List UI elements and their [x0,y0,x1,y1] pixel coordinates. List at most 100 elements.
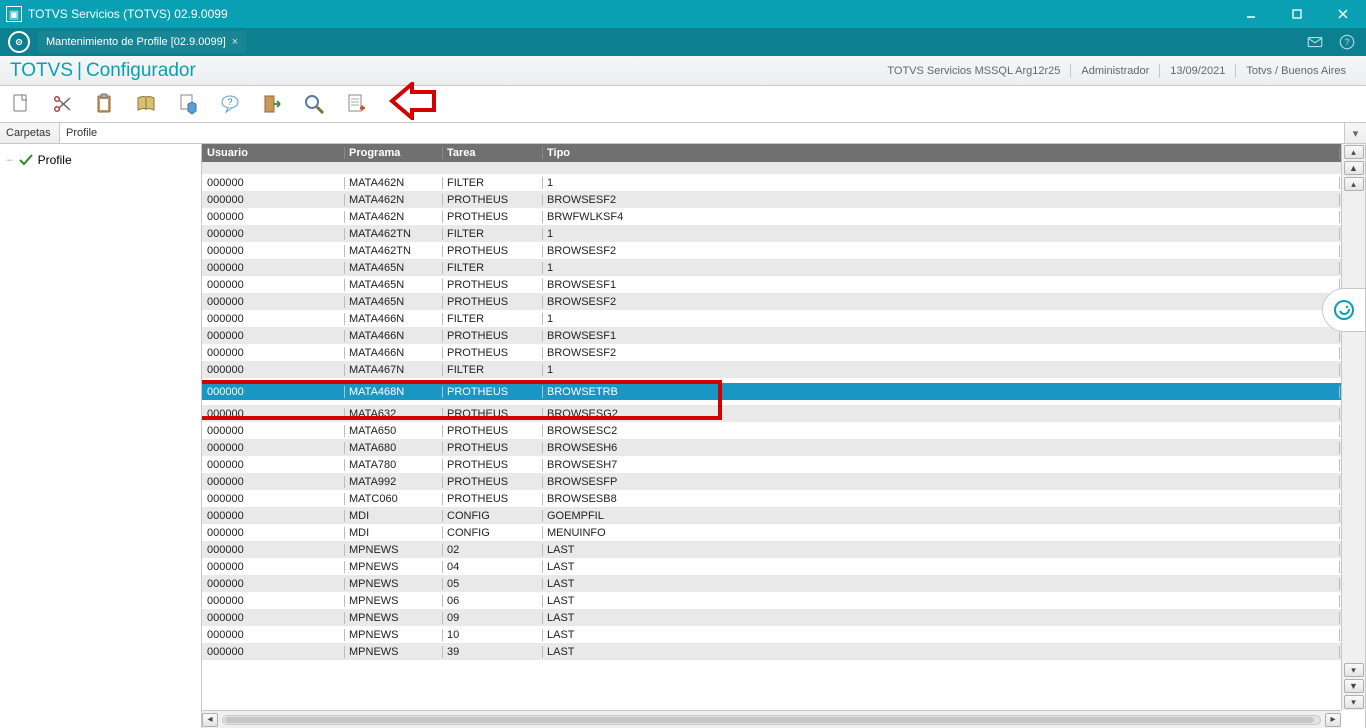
window-minimize[interactable] [1228,0,1274,28]
tab-bar: Mantenimiento de Profile [02.9.0099] × ? [0,28,1366,56]
table-row[interactable]: 000000MATA466NFILTER1 [202,310,1341,327]
table-row[interactable]: 000000MATA465NPROTHEUSBROWSESF2 [202,293,1341,310]
cell-usuario: 000000 [203,313,345,325]
cell-tipo: BROWSESH7 [543,459,1340,471]
breadcrumb-bar: Carpetas Profile ▾ [0,122,1366,144]
cell-tarea: PROTHEUS [443,194,543,206]
cell-tipo: 1 [543,313,1340,325]
tree-node-profile[interactable]: ┈ Profile [4,150,197,170]
magnifier-icon[interactable] [300,90,328,118]
cell-tarea: PROTHEUS [443,296,543,308]
home-button[interactable] [8,31,30,53]
clipboard-icon[interactable] [90,90,118,118]
window-close[interactable] [1320,0,1366,28]
table-row[interactable]: 000000MPNEWS39LAST [202,643,1341,660]
new-doc-icon[interactable] [6,90,34,118]
table-row[interactable]: 000000MATA466NPROTHEUSBROWSESF1 [202,327,1341,344]
table-row[interactable]: 000000MPNEWS10LAST [202,626,1341,643]
table-row[interactable]: 000000MATA680PROTHEUSBROWSESH6 [202,439,1341,456]
table-row[interactable]: 000000MATA466NPROTHEUSBROWSESF2 [202,344,1341,361]
table-row[interactable]: 000000MDICONFIGMENUINFO [202,524,1341,541]
table-row[interactable]: 000000MATA468NPROTHEUSBROWSETRB [202,383,1341,400]
cell-usuario: 000000 [203,347,345,359]
vertical-scrollbar[interactable]: ▴ ▲ ▴ ▾ ▼ ▾ [1341,144,1365,710]
table-row[interactable]: 000000MATA650PROTHEUSBROWSESC2 [202,422,1341,439]
scroll-up-icon[interactable]: ▲ [1344,161,1364,175]
window-title: TOTVS Servicios (TOTVS) 02.9.0099 [28,7,228,21]
scroll-top-icon[interactable]: ▴ [1344,145,1364,159]
help-balloon-icon[interactable]: ? [216,90,244,118]
cell-tipo: Tipo [543,147,1340,159]
table-row[interactable]: 000000MDICONFIGGOEMPFIL [202,507,1341,524]
cell-programa: MPNEWS [345,544,443,556]
table-row[interactable]: 000000MATA992PROTHEUSBROWSESFP [202,473,1341,490]
page-add-icon[interactable] [342,90,370,118]
mail-icon[interactable] [1306,33,1324,51]
header-meta: TOTVS Servicios MSSQL Arg12r25 Administr… [877,64,1356,78]
cell-tipo: LAST [543,595,1340,607]
table-row[interactable]: 000000MPNEWS02LAST [202,541,1341,558]
table-row[interactable]: 000000MATA467NFILTER1 [202,361,1341,378]
grid-panel: UsuarioProgramaTareaTipo000000MATA462NFI… [202,144,1366,728]
horizontal-scrollbar[interactable]: ◂ ▸ [202,710,1341,728]
cell-programa: MPNEWS [345,578,443,590]
svg-text:?: ? [227,97,232,107]
table-row[interactable]: 000000MPNEWS04LAST [202,558,1341,575]
scissors-icon[interactable] [48,90,76,118]
cell-usuario: 000000 [203,211,345,223]
tab-close-icon[interactable]: × [232,36,238,48]
check-icon [18,152,34,168]
table-row[interactable]: 000000MATA465NPROTHEUSBROWSESF1 [202,276,1341,293]
tz-label: Totvs / Buenos Aires [1235,64,1356,78]
cell-usuario: 000000 [203,578,345,590]
folder-value[interactable]: Profile [60,123,1344,143]
cell-tipo: LAST [543,612,1340,624]
cell-programa: MATA468N [345,386,443,398]
book-icon[interactable] [132,90,160,118]
chat-help-button[interactable] [1322,288,1366,332]
tab-profile-maint[interactable]: Mantenimiento de Profile [02.9.0099] × [38,31,246,53]
cell-usuario: 000000 [203,177,345,189]
table-row[interactable]: 000000MATA462TNPROTHEUSBROWSESF2 [202,242,1341,259]
table-row[interactable]: 000000MATA462NPROTHEUSBROWSESF2 [202,191,1341,208]
cell-usuario: 000000 [203,408,345,420]
table-row[interactable]: 000000MATA462NFILTER1 [202,174,1341,191]
window-titlebar: ▣ TOTVS Servicios (TOTVS) 02.9.0099 [0,0,1366,28]
scroll-up-small-icon[interactable]: ▴ [1344,177,1364,191]
cell-usuario: 000000 [203,459,345,471]
scroll-bottom-icon[interactable]: ▾ [1344,695,1364,709]
help-icon[interactable]: ? [1338,33,1356,51]
door-exit-icon[interactable] [258,90,286,118]
cell-tarea: PROTHEUS [443,279,543,291]
table-row[interactable]: 000000MATA780PROTHEUSBROWSESH7 [202,456,1341,473]
cell-usuario: 000000 [203,228,345,240]
table-row[interactable]: 000000MPNEWS05LAST [202,575,1341,592]
svg-text:?: ? [1344,37,1349,47]
scroll-down-icon[interactable]: ▼ [1344,679,1364,693]
scroll-down-small-icon[interactable]: ▾ [1344,663,1364,677]
table-row[interactable]: 000000MATA465NFILTER1 [202,259,1341,276]
date-label: 13/09/2021 [1159,64,1235,78]
tab-label: Mantenimiento de Profile [02.9.0099] [46,36,226,48]
scroll-left-icon[interactable]: ◂ [202,713,218,727]
export-doc-icon[interactable] [174,90,202,118]
cell-tarea: FILTER [443,228,543,240]
window-maximize[interactable] [1274,0,1320,28]
cell-programa: MPNEWS [345,629,443,641]
cell-usuario: 000000 [203,612,345,624]
cell-programa: MDI [345,510,443,522]
brand-title: TOTVS|Configurador [10,60,196,82]
folder-dropdown-icon[interactable]: ▾ [1344,123,1366,143]
cell-tipo: BROWSESFP [543,476,1340,488]
table-row[interactable]: 000000MATA462NPROTHEUSBRWFWLKSF4 [202,208,1341,225]
cell-usuario: 000000 [203,442,345,454]
cell-programa: MATA466N [345,313,443,325]
table-row[interactable]: 000000MATA462TNFILTER1 [202,225,1341,242]
table-row[interactable]: 000000MPNEWS06LAST [202,592,1341,609]
table-row[interactable]: 000000MATC060PROTHEUSBROWSESB8 [202,490,1341,507]
table-row[interactable]: 000000MATA632PROTHEUSBROWSESG2 [202,405,1341,422]
cell-tipo: BROWSESG2 [543,408,1340,420]
table-row[interactable]: 000000MPNEWS09LAST [202,609,1341,626]
scroll-right-icon[interactable]: ▸ [1325,713,1341,727]
cell-programa: MPNEWS [345,646,443,658]
